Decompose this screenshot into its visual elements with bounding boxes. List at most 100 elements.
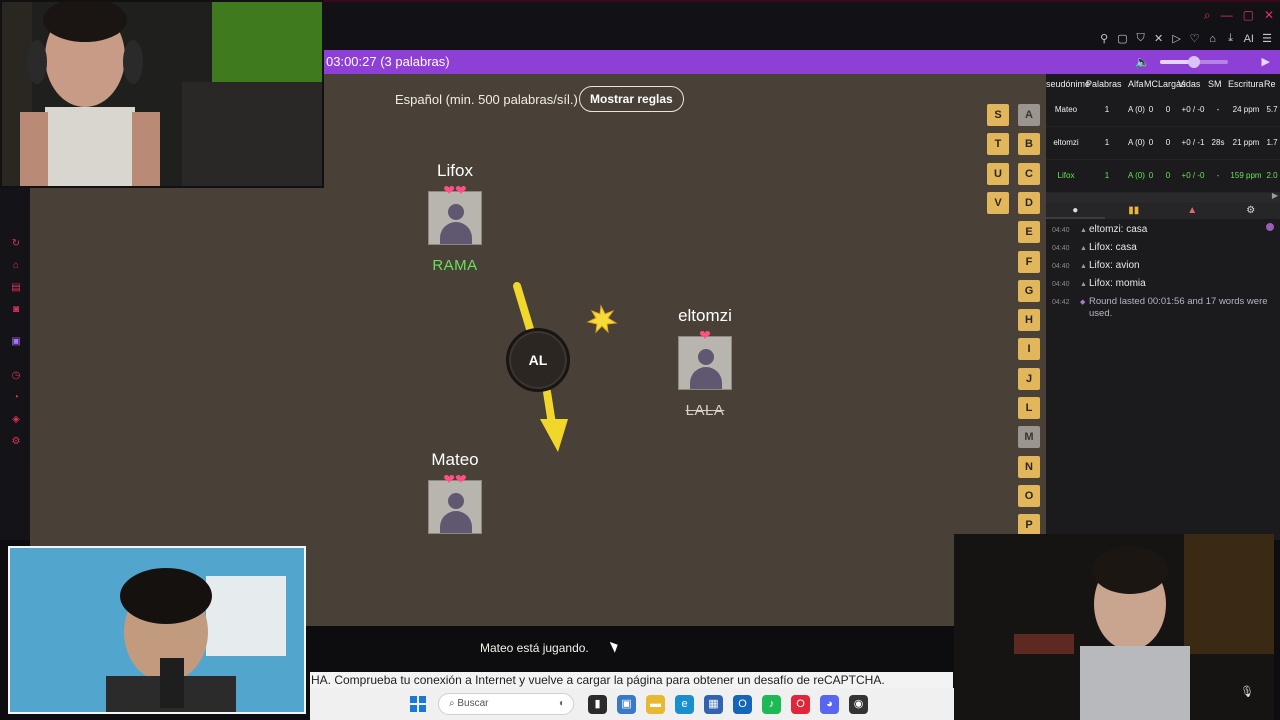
volume-slider[interactable]	[1160, 56, 1228, 68]
score-cell-mc: 0	[1148, 171, 1154, 180]
opera-icon[interactable]: O	[791, 694, 810, 714]
chat-timestamp: 04:40	[1052, 263, 1070, 270]
chat-message: 04:40 ▲ Lifox: avion	[1052, 260, 1276, 273]
player-eltomzi: eltomzi ❤ LALA	[660, 305, 750, 419]
col-header[interactable]: Re	[1264, 74, 1280, 94]
taskbar-search-input[interactable]: ⌕ Buscar ◐	[438, 693, 574, 715]
col-header[interactable]: Largas	[1158, 74, 1186, 94]
play-icon[interactable]: ▷	[1172, 32, 1182, 45]
player-name: Lifox	[437, 161, 473, 180]
table-row: eltomzi 1 A (0) 0 0 +0 / -1 28s 21 ppm 1.7	[1046, 127, 1280, 160]
download-icon[interactable]: ⤓	[1226, 32, 1236, 45]
gamepad-icon[interactable]: ▤	[10, 282, 22, 294]
davinci-icon[interactable]: ◉	[849, 694, 868, 714]
close-icon[interactable]: ✕	[1264, 8, 1274, 23]
settings-icon[interactable]: ⚙	[1222, 202, 1280, 219]
calculator-icon[interactable]: ▦	[704, 694, 723, 714]
panel-tabs: ● ▮▮ ▲ ⚙	[1046, 201, 1280, 219]
browser-titlebar: ⌕ — ▢ ✕ ⚲ ▢ ⛉ ✕ ▷ ♡ ⌂ ⤓ AI ☰	[324, 0, 1280, 50]
bag-icon[interactable]: ⌂	[1208, 33, 1218, 45]
score-cell-sm: -	[1216, 171, 1220, 180]
volume-control: 🔈	[1135, 50, 1228, 74]
players-icon[interactable]: ▮▮	[1105, 202, 1164, 219]
screenshot-icon[interactable]: ▢	[1117, 32, 1127, 45]
shield-icon[interactable]: ⛉	[1136, 32, 1146, 45]
folder-icon[interactable]: ▬	[646, 694, 665, 714]
col-header[interactable]: Palabras	[1086, 74, 1128, 94]
edge-icon[interactable]: e	[675, 694, 694, 714]
ai-button[interactable]: AI	[1244, 33, 1254, 45]
refresh-icon[interactable]: ↻	[10, 238, 22, 250]
spotify-icon[interactable]: ♪	[762, 694, 781, 714]
player-lifox: Lifox ❤❤ RAMA	[410, 160, 500, 274]
bonus-letter-a: A	[1018, 104, 1040, 126]
windows-start-icon[interactable]	[410, 696, 426, 712]
bell-icon[interactable]: ▲	[1163, 202, 1222, 219]
lives-hearts-icon: ❤	[699, 327, 711, 343]
twitch-icon[interactable]: ▣	[10, 336, 22, 348]
collapse-arrow-icon[interactable]: ▶	[1262, 50, 1270, 74]
col-header[interactable]: Vidas	[1178, 74, 1208, 94]
captcha-error-message: HA. Comprueba tu conexión a Internet y v…	[310, 672, 953, 688]
score-cell-sm: 28s	[1211, 138, 1225, 147]
history-icon[interactable]: ◷	[10, 370, 22, 382]
webcam-feed-image	[2, 2, 322, 186]
bonus-letter-m: M	[1018, 426, 1040, 449]
settings-icon[interactable]: ⚙	[10, 436, 22, 448]
taskbar: ⌕ Buscar ◐ ▮ ▣ ▬ e ▦ O ♪ O ◕ ◉	[310, 688, 954, 720]
files-icon[interactable]: ▮	[588, 694, 607, 714]
player-last-word: LALA	[685, 402, 725, 419]
score-cell-long: 0	[1165, 171, 1171, 180]
photos-icon[interactable]: ▣	[617, 694, 636, 714]
chat-bubble-icon[interactable]: ●	[1046, 202, 1105, 219]
dictionary-label: Español (min. 500 palabras/síl.)	[395, 92, 578, 107]
search-icon[interactable]: ⌕	[1204, 8, 1211, 23]
user-icon: ▲	[1080, 245, 1087, 252]
outlook-icon[interactable]: O	[733, 694, 752, 714]
chat-timestamp: 04:40	[1052, 245, 1070, 252]
col-header[interactable]: seudónimo	[1046, 74, 1090, 94]
clock-icon[interactable]: ◔	[10, 392, 22, 404]
bonus-letter-j: J	[1018, 367, 1040, 390]
menu-icon[interactable]: ☰	[1262, 32, 1272, 45]
avatar	[678, 336, 732, 390]
score-cell-speed: 24 ppm	[1232, 105, 1260, 114]
translate-icon[interactable]: ✕	[1154, 32, 1164, 45]
score-cell-lives: +0 / -1	[1181, 138, 1205, 147]
heart-icon[interactable]: ♡	[1190, 32, 1200, 45]
lives-hearts-icon: ❤❤	[443, 471, 467, 487]
messenger-icon[interactable]: ◙	[10, 304, 22, 316]
browser-sidebar: ↻ ⌂ ▤ ◙ ▣ ◷ ◔ ◈ ⚙	[0, 188, 30, 540]
score-cell-name: Mateo	[1054, 105, 1078, 114]
col-header[interactable]: MC	[1144, 74, 1158, 94]
horizontal-scrollbar[interactable]: ▶	[1046, 191, 1280, 201]
bonus-letter-d: D	[1018, 191, 1040, 214]
bag-icon[interactable]: ⌂	[10, 260, 22, 272]
score-cell-speed: 159 ppm	[1230, 171, 1262, 180]
notification-dot-icon	[1266, 223, 1274, 231]
pin-icon[interactable]: ⚲	[1099, 32, 1109, 45]
extensions-icon[interactable]: ◈	[10, 414, 22, 426]
score-cell-mc: 0	[1148, 138, 1154, 147]
col-header[interactable]: SM	[1208, 74, 1228, 94]
discord-icon[interactable]: ◕	[820, 694, 839, 714]
chat-text: eltomzi: casa	[1089, 224, 1148, 235]
score-cell-words: 1	[1104, 105, 1110, 114]
bomb: AL	[506, 328, 570, 392]
minimize-icon[interactable]: —	[1221, 8, 1233, 23]
volume-knob[interactable]	[1188, 56, 1200, 68]
score-cell-rest: 2.0	[1266, 171, 1278, 180]
chat-text: Lifox: momia	[1089, 278, 1146, 289]
speaker-icon[interactable]: 🔈	[1135, 50, 1150, 74]
maximize-icon[interactable]: ▢	[1243, 8, 1254, 23]
table-row: Lifox 1 A (0) 0 0 +0 / -0-159 ppm 2.0	[1046, 160, 1280, 193]
bonus-letter-t: T	[987, 133, 1009, 156]
col-header[interactable]: Escritura	[1228, 74, 1264, 94]
col-header[interactable]: Alfa	[1128, 74, 1144, 94]
syllable-prompt: AL	[528, 352, 548, 368]
score-cell-long: 0	[1165, 138, 1171, 147]
bonus-letter-i: I	[1018, 338, 1040, 361]
show-rules-button[interactable]: Mostrar reglas	[579, 86, 684, 112]
score-cell-speed: 21 ppm	[1232, 138, 1260, 147]
game-header-bar: 03:00:27 (3 palabras) 🔈 ▶	[324, 50, 1280, 74]
